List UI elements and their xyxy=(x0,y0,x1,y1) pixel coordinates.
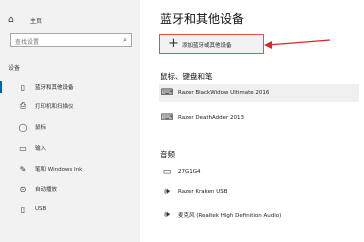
pen-icon: ✎ xyxy=(19,164,27,174)
speaker-icon: 🕪 xyxy=(164,210,170,220)
mouse-icon: ◯ xyxy=(18,122,28,132)
search-input[interactable]: 查找设置 ⌕ xyxy=(10,33,132,47)
device-item-microphone[interactable]: 🕪 麦克风 (Realtek High Definition Audio) xyxy=(159,206,281,224)
sidebar-item-label: 笔和 Windows Ink xyxy=(35,167,83,173)
autoplay-icon: ⊙ xyxy=(19,184,27,194)
add-device-label: 添加蓝牙或其他设备 xyxy=(182,43,232,49)
device-name: 麦克风 (Realtek High Definition Audio) xyxy=(178,213,282,219)
search-placeholder: 查找设置 xyxy=(15,39,40,46)
keyboard-icon: ⌨ xyxy=(160,113,174,123)
device-item-monitor[interactable]: ▭ 27G1G4 xyxy=(159,163,201,181)
device-item-headset[interactable]: 🕪 Razer Kraken USB xyxy=(159,183,228,201)
bluetooth-icon: ▯ xyxy=(20,82,26,92)
device-name: 27G1G4 xyxy=(178,169,201,175)
speaker-icon: 🕪 xyxy=(164,187,170,197)
device-item-mouse[interactable]: ⌨ Razer DeathAdder 2013 xyxy=(159,109,245,127)
sidebar-item-label: 鼠标 xyxy=(35,125,47,131)
sidebar-item-printers[interactable]: ⎙ 打印机和扫描仪 xyxy=(0,97,140,115)
page-title: 蓝牙和其他设备 xyxy=(160,12,245,26)
device-name: Razer Kraken USB xyxy=(178,189,228,195)
sidebar-item-input[interactable]: ▭ 输入 xyxy=(0,139,140,157)
keyboard-icon: ▭ xyxy=(19,143,27,153)
sidebar-item-autoplay[interactable]: ⊙ 自动播放 xyxy=(0,180,140,198)
monitor-icon: ▭ xyxy=(162,167,172,177)
sidebar: ⌂ 主页 查找设置 ⌕ 设备 ▯ 蓝牙和其他设备 ⎙ 打印机和扫描仪 ◯ 鼠标 … xyxy=(0,0,140,242)
section-audio: 音频 xyxy=(160,150,175,159)
section-label-devices: 设备 xyxy=(8,65,21,72)
keyboard-icon: ⌨ xyxy=(160,88,174,98)
add-device-button[interactable]: + 添加蓝牙或其他设备 xyxy=(159,34,264,54)
plus-icon: + xyxy=(168,36,179,51)
home-label: 主页 xyxy=(30,17,43,25)
device-item-keyboard[interactable]: ⌨ Razer BlackWidow Ultimate 2016 xyxy=(159,84,359,102)
sidebar-item-label: 蓝牙和其他设备 xyxy=(35,85,74,91)
sidebar-item-pen[interactable]: ✎ 笔和 Windows Ink xyxy=(0,160,140,178)
search-icon[interactable]: ⌕ xyxy=(123,36,127,45)
device-name: Razer BlackWidow Ultimate 2016 xyxy=(178,90,270,96)
sidebar-item-bluetooth[interactable]: ▯ 蓝牙和其他设备 xyxy=(0,78,140,96)
sidebar-item-mouse[interactable]: ◯ 鼠标 xyxy=(0,118,140,136)
device-name: Razer DeathAdder 2013 xyxy=(178,115,245,121)
section-mouse-keyboard-pen: 鼠标、键盘和笔 xyxy=(160,72,213,81)
sidebar-item-label: 输入 xyxy=(35,146,47,152)
home-icon: ⌂ xyxy=(8,15,14,25)
home-nav-item[interactable]: ⌂ 主页 xyxy=(8,13,42,27)
usb-icon: ▯ xyxy=(20,204,26,214)
sidebar-item-label: USB xyxy=(35,206,47,212)
annotation-arrow xyxy=(264,39,331,49)
printer-icon: ⎙ xyxy=(19,101,27,110)
sidebar-item-label: 打印机和扫描仪 xyxy=(35,104,74,110)
sidebar-item-label: 自动播放 xyxy=(35,187,58,193)
active-indicator xyxy=(0,81,2,93)
sidebar-item-usb[interactable]: ▯ USB xyxy=(0,200,140,218)
